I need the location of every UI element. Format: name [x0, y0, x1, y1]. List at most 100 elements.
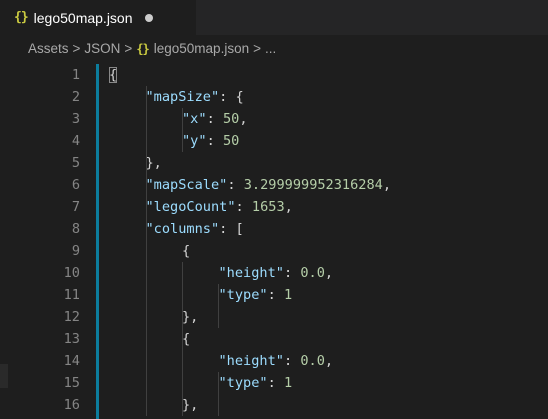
code-text: "x": 50,: [182, 108, 248, 130]
json-punctuation: : {: [219, 89, 244, 105]
code-text: "legoCount": 1653,: [146, 196, 293, 218]
code-line[interactable]: 14 "height": 0.0,: [0, 350, 548, 372]
code-text: "height": 0.0,: [219, 262, 334, 284]
breadcrumb-item-file[interactable]: lego50map.json: [154, 41, 249, 56]
json-punctuation: :: [227, 177, 244, 193]
code-editor[interactable]: 1{2 "mapSize": {3 "x": 50, 4 "y": 50 5}, 6 "map…: [0, 64, 548, 419]
json-punctuation: ,: [239, 111, 248, 127]
breadcrumb: Assets > JSON > {} lego50map.json > ...: [0, 35, 548, 62]
indent-guide: [182, 262, 183, 416]
tab-bar: {} lego50map.json: [0, 0, 548, 35]
json-key: "columns": [145, 221, 220, 237]
code-line[interactable]: 11 "type": 1: [0, 284, 548, 306]
json-number: 1: [283, 287, 293, 303]
json-punctuation: },: [145, 155, 162, 171]
matched-brace: {: [109, 67, 118, 83]
code-text: "type": 1: [219, 284, 293, 306]
json-punctuation: ,: [324, 265, 334, 281]
code-text: },: [182, 306, 198, 328]
breadcrumb-separator: >: [72, 41, 81, 56]
json-key: "mapScale": [145, 177, 228, 193]
json-punctuation: },: [182, 397, 199, 413]
json-punctuation: ,: [324, 353, 334, 369]
json-punctuation: :: [235, 199, 252, 215]
json-key: "x": [182, 111, 207, 127]
line-number: 8: [71, 221, 80, 237]
code-text: },: [182, 394, 198, 416]
json-punctuation: },: [182, 309, 199, 325]
json-key: "type": [218, 375, 268, 391]
json-key: "mapSize": [145, 89, 220, 105]
code-line[interactable]: 15 "type": 1: [0, 372, 548, 394]
code-text: "height": 0.0,: [219, 350, 334, 372]
breadcrumb-item-json[interactable]: JSON: [84, 41, 120, 56]
line-number: 13: [63, 331, 80, 347]
json-key: "height": [218, 265, 284, 281]
code-line[interactable]: 6 "mapScale": 3.299999952316284,: [0, 174, 548, 196]
line-number: 7: [71, 199, 80, 215]
code-text: {: [109, 64, 118, 86]
code-text: {: [182, 240, 190, 262]
indent-guide: [218, 372, 219, 416]
json-number: 1653: [251, 199, 285, 215]
code-text: "mapSize": {: [146, 86, 244, 108]
line-number: 11: [63, 287, 80, 303]
json-number: 50: [222, 133, 240, 149]
code-line[interactable]: 4 "y": 50: [0, 130, 548, 152]
code-line[interactable]: 5},: [0, 152, 548, 174]
tab-label: lego50map.json: [33, 9, 133, 26]
code-line[interactable]: 16},: [0, 394, 548, 416]
json-file-icon: {}: [136, 41, 149, 56]
json-number: 0.0: [300, 353, 325, 369]
json-punctuation: :: [206, 111, 223, 127]
breadcrumb-item-assets[interactable]: Assets: [28, 41, 69, 56]
line-number: 5: [71, 155, 80, 171]
code-line[interactable]: 2 "mapSize": {: [0, 86, 548, 108]
code-line[interactable]: 8 "columns": [: [0, 218, 548, 240]
breadcrumb-separator: >: [124, 41, 133, 56]
json-number: 1: [283, 375, 293, 391]
breadcrumb-item-symbols[interactable]: ...: [265, 41, 276, 56]
line-number: 9: [71, 243, 80, 259]
line-number: 2: [71, 89, 80, 105]
line-number: 3: [71, 111, 80, 127]
json-punctuation: : [: [219, 221, 244, 237]
code-line[interactable]: 12},: [0, 306, 548, 328]
json-punctuation: ,: [382, 177, 392, 193]
code-line[interactable]: 10 "height": 0.0,: [0, 262, 548, 284]
json-punctuation: :: [283, 353, 301, 369]
editor-window: {} lego50map.json Assets > JSON > {} leg…: [0, 0, 548, 419]
json-key: "legoCount": [145, 199, 236, 215]
code-line[interactable]: 3 "x": 50,: [0, 108, 548, 130]
indent-guide: [182, 108, 183, 152]
line-number: 15: [63, 375, 80, 391]
json-number: 0.0: [300, 265, 325, 281]
code-line[interactable]: 13 {: [0, 328, 548, 350]
line-number: 14: [63, 353, 80, 369]
json-punctuation: ,: [284, 199, 293, 215]
json-number: 3.299999952316284: [243, 177, 383, 193]
code-line[interactable]: 1{: [0, 64, 548, 86]
breadcrumb-separator: >: [253, 41, 261, 56]
line-number: 6: [71, 177, 80, 193]
json-punctuation: :: [267, 375, 284, 391]
tab-lego50map-json[interactable]: {} lego50map.json: [0, 0, 196, 35]
line-number: 10: [63, 265, 80, 281]
json-key: "y": [182, 133, 207, 149]
line-number: 4: [71, 133, 80, 149]
line-number: 12: [63, 309, 80, 325]
line-number: 1: [71, 67, 80, 83]
json-punctuation: {: [182, 243, 191, 259]
json-number: 50: [222, 111, 240, 127]
indent-guide: [218, 284, 219, 328]
code-text: "y": 50: [182, 130, 239, 152]
json-punctuation: :: [206, 133, 223, 149]
code-text: },: [146, 152, 162, 174]
code-line[interactable]: 9{: [0, 240, 548, 262]
json-punctuation: :: [267, 287, 284, 303]
json-key: "type": [218, 287, 268, 303]
line-number: 16: [63, 397, 80, 413]
code-line[interactable]: 7 "legoCount": 1653,: [0, 196, 548, 218]
json-file-icon: {}: [14, 10, 29, 25]
unsaved-dot-icon[interactable]: [144, 13, 153, 22]
